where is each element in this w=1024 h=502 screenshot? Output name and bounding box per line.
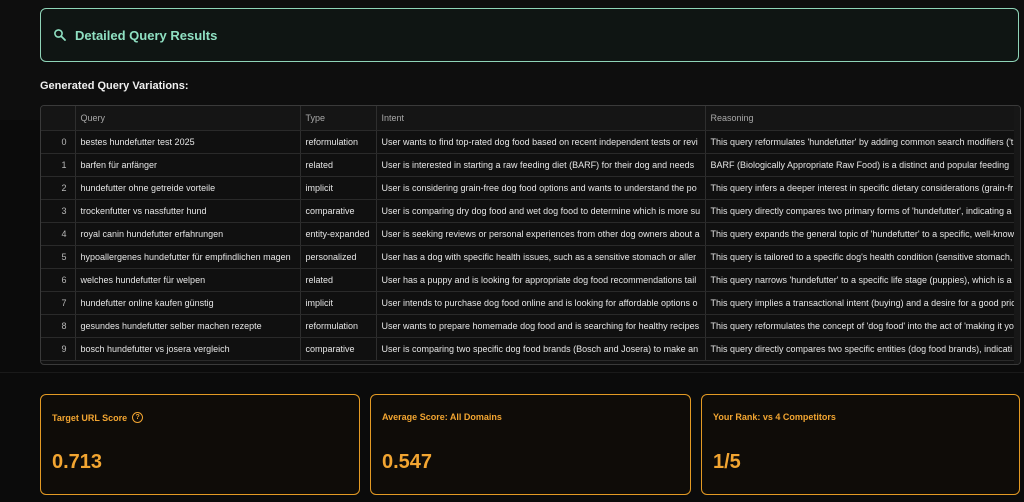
type-cell[interactable]: implicit bbox=[300, 176, 377, 200]
reasoning-cell[interactable]: This query infers a deeper interest in s… bbox=[705, 176, 1020, 200]
table-header-row: Query Type Intent Reasoning bbox=[41, 106, 1020, 131]
column-header-query[interactable]: Query bbox=[75, 106, 301, 131]
intent-cell[interactable]: User wants to find top-rated dog food ba… bbox=[376, 130, 706, 154]
row-index[interactable]: 0 bbox=[41, 130, 76, 154]
reasoning-cell[interactable]: This query directly compares two specifi… bbox=[705, 337, 1020, 361]
section-title: Generated Query Variations: bbox=[40, 80, 189, 92]
type-cell[interactable]: personalized bbox=[300, 245, 377, 269]
column-header-intent[interactable]: Intent bbox=[376, 106, 706, 131]
table-row[interactable]: 7 hundefutter online kaufen günstig implic… bbox=[41, 291, 1020, 315]
intent-cell[interactable]: User has a puppy and is looking for appr… bbox=[376, 268, 706, 292]
query-cell[interactable]: hypoallergenes hundefutter für empfindli… bbox=[75, 245, 301, 269]
type-cell[interactable]: entity-expanded bbox=[300, 222, 377, 246]
query-cell[interactable]: hundefutter ohne getreide vorteile bbox=[75, 176, 301, 200]
metric-label: Average Score: All Domains bbox=[382, 412, 502, 422]
intent-cell[interactable]: User intends to purchase dog food online… bbox=[376, 291, 706, 315]
reasoning-cell[interactable]: This query expands the general topic of … bbox=[705, 222, 1020, 246]
type-cell[interactable]: implicit bbox=[300, 291, 377, 315]
query-cell[interactable]: gesundes hundefutter selber machen rezep… bbox=[75, 314, 301, 338]
section-divider bbox=[0, 372, 1024, 373]
metric-card-your-rank: Your Rank: vs 4 Competitors 1/5 bbox=[701, 394, 1020, 495]
help-icon[interactable]: ? bbox=[132, 412, 144, 423]
column-header-index[interactable] bbox=[41, 106, 76, 131]
detailed-results-expander[interactable]: Detailed Query Results bbox=[40, 8, 1019, 62]
type-cell[interactable]: related bbox=[300, 268, 377, 292]
intent-cell[interactable]: User has a dog with specific health issu… bbox=[376, 245, 706, 269]
table-row[interactable]: 1 barfen für anfänger related User is inter… bbox=[41, 153, 1020, 177]
row-index[interactable]: 8 bbox=[41, 314, 76, 338]
metric-card-average-score: Average Score: All Domains 0.547 bbox=[370, 394, 691, 495]
metric-label: Your Rank: vs 4 Competitors bbox=[713, 412, 836, 422]
query-cell[interactable]: bosch hundefutter vs josera vergleich bbox=[75, 337, 301, 361]
metric-value: 0.713 bbox=[52, 451, 103, 473]
metric-value: 0.547 bbox=[382, 451, 433, 473]
metric-card-target-url-score: Target URL Score ? 0.713 bbox=[40, 394, 360, 495]
intent-cell[interactable]: User is considering grain-free dog food … bbox=[376, 176, 706, 200]
table-row[interactable]: 4 royal canin hundefutter erfahrungen enti… bbox=[41, 222, 1020, 246]
row-index[interactable]: 4 bbox=[41, 222, 76, 246]
reasoning-cell[interactable]: This query narrows 'hundefutter' to a sp… bbox=[705, 268, 1020, 292]
reasoning-cell[interactable]: This query is tailored to a specific dog… bbox=[705, 245, 1020, 269]
column-header-type[interactable]: Type bbox=[300, 106, 377, 131]
table-row[interactable]: 0 bestes hundefutter test 2025 reformulati… bbox=[41, 130, 1020, 154]
row-index[interactable]: 3 bbox=[41, 199, 76, 223]
table-row[interactable]: 5 hypoallergenes hundefutter für empfindl… bbox=[41, 245, 1020, 269]
table-row[interactable]: 3 trockenfutter vs nassfutter hund compara… bbox=[41, 199, 1020, 223]
type-cell[interactable]: reformulation bbox=[300, 314, 377, 338]
table-row[interactable]: 6 welches hundefutter für welpen related Us… bbox=[41, 268, 1020, 292]
table-row[interactable]: 2 hundefutter ohne getreide vorteile impli… bbox=[41, 176, 1020, 200]
intent-cell[interactable]: User is seeking reviews or personal expe… bbox=[376, 222, 706, 246]
reasoning-cell[interactable]: This query implies a transactional inten… bbox=[705, 291, 1020, 315]
table-row[interactable]: 8 gesundes hundefutter selber machen reze… bbox=[41, 314, 1020, 338]
results-title: Detailed Query Results bbox=[75, 27, 218, 43]
query-cell[interactable]: welches hundefutter für welpen bbox=[75, 268, 301, 292]
metric-label: Target URL Score bbox=[52, 412, 128, 423]
row-index[interactable]: 7 bbox=[41, 291, 76, 315]
type-cell[interactable]: related bbox=[300, 153, 377, 177]
query-variations-table[interactable]: Query Type Intent Reasoning 0 bestes hund… bbox=[40, 105, 1021, 365]
row-index[interactable]: 5 bbox=[41, 245, 76, 269]
query-cell[interactable]: royal canin hundefutter erfahrungen bbox=[75, 222, 301, 246]
reasoning-cell[interactable]: This query reformulates the concept of '… bbox=[705, 314, 1020, 338]
intent-cell[interactable]: User wants to prepare homemade dog food … bbox=[376, 314, 706, 338]
metric-value: 1/5 bbox=[713, 451, 741, 473]
type-cell[interactable]: comparative bbox=[300, 199, 377, 223]
table-scrollbar[interactable] bbox=[1014, 106, 1020, 364]
table-row[interactable]: 9 bosch hundefutter vs josera vergleich co… bbox=[41, 337, 1020, 361]
intent-cell[interactable]: User is comparing two specific dog food … bbox=[376, 337, 706, 361]
type-cell[interactable]: reformulation bbox=[300, 130, 377, 154]
row-index[interactable]: 9 bbox=[41, 337, 76, 361]
query-cell[interactable]: bestes hundefutter test 2025 bbox=[75, 130, 301, 154]
intent-cell[interactable]: User is interested in starting a raw fee… bbox=[376, 153, 706, 177]
row-index[interactable]: 6 bbox=[41, 268, 76, 292]
reasoning-cell[interactable]: BARF (Biologically Appropriate Raw Food)… bbox=[705, 153, 1020, 177]
reasoning-cell[interactable]: This query directly compares two primary… bbox=[705, 199, 1020, 223]
reasoning-cell[interactable]: This query reformulates 'hundefutter' by… bbox=[705, 130, 1020, 154]
row-index[interactable]: 1 bbox=[41, 153, 76, 177]
row-index[interactable]: 2 bbox=[41, 176, 76, 200]
query-cell[interactable]: trockenfutter vs nassfutter hund bbox=[75, 199, 301, 223]
type-cell[interactable]: comparative bbox=[300, 337, 377, 361]
column-header-reasoning[interactable]: Reasoning bbox=[705, 106, 1020, 131]
query-cell[interactable]: hundefutter online kaufen günstig bbox=[75, 291, 301, 315]
intent-cell[interactable]: User is comparing dry dog food and wet d… bbox=[376, 199, 706, 223]
search-icon bbox=[54, 29, 66, 41]
query-cell[interactable]: barfen für anfänger bbox=[75, 153, 301, 177]
